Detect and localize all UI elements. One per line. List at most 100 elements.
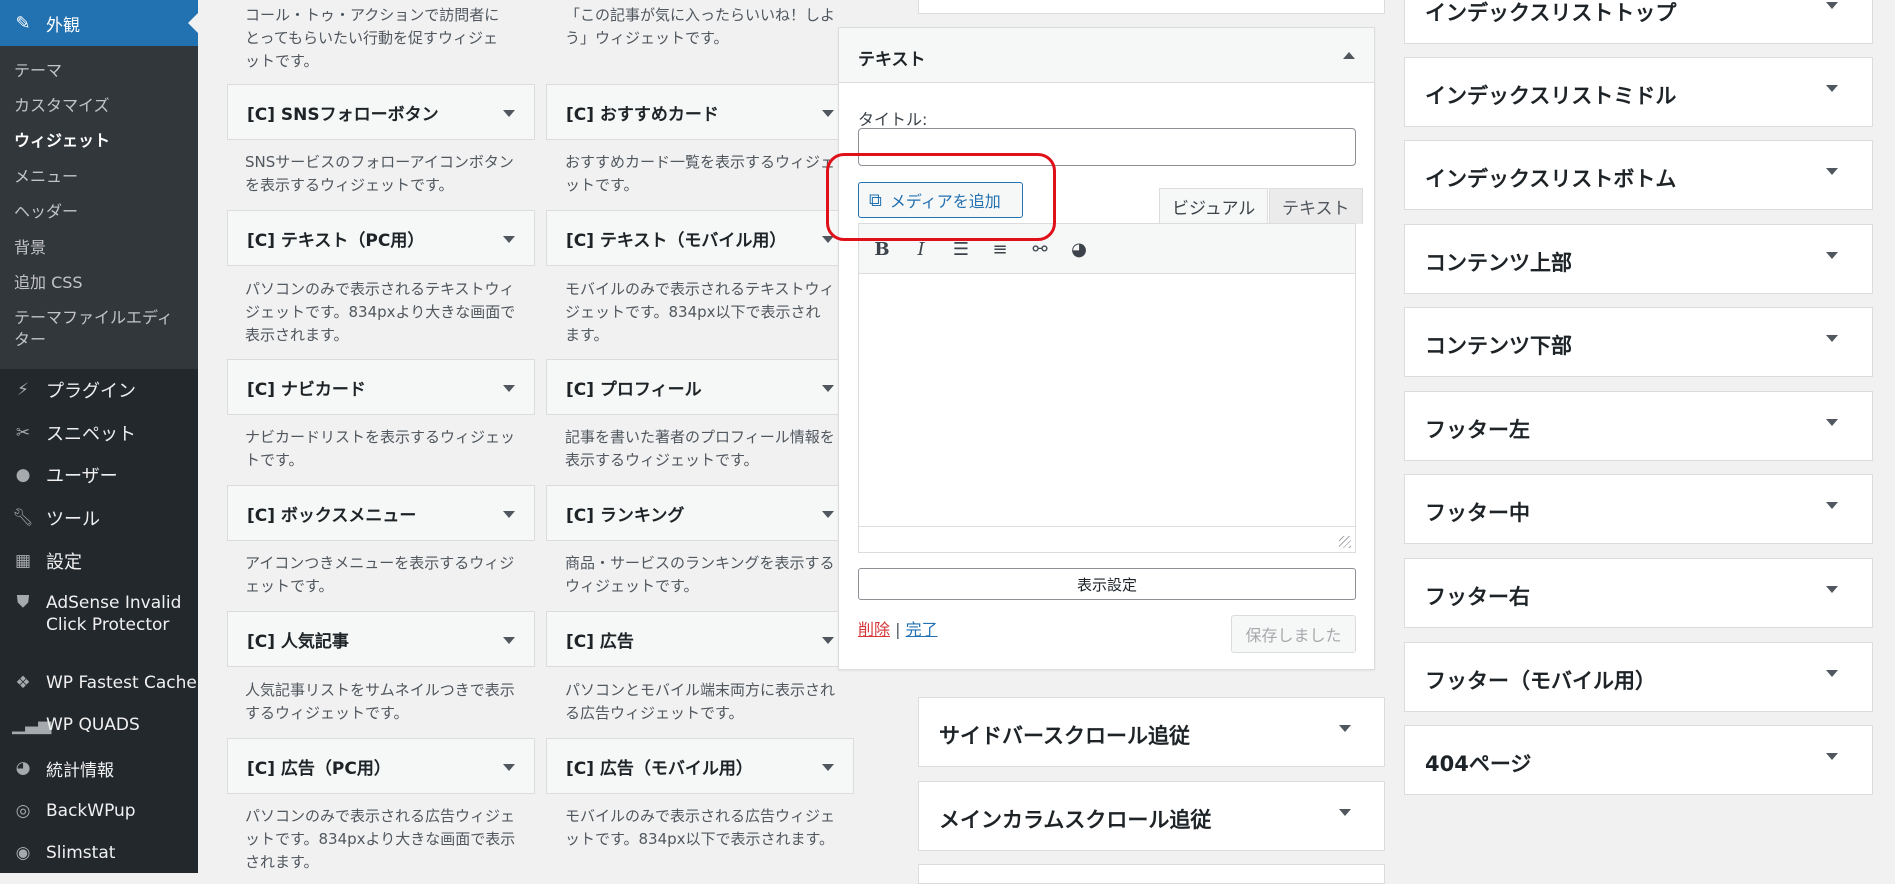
widget-area-footer-right[interactable]: フッター右	[1404, 558, 1873, 628]
widget-description: パソコンとモバイル端末両方に表示される広告ウィジェットです。	[565, 681, 836, 722]
done-link[interactable]: 完了	[906, 620, 938, 639]
widget-area-sidebar-scroll[interactable]: サイドバースクロール追従	[918, 697, 1385, 767]
add-media-button[interactable]: ⧉ メディアを追加	[858, 182, 1023, 218]
sidebar-item-settings[interactable]: ▦ 設定	[0, 541, 198, 581]
sidebar-item-label: スニペット	[46, 424, 136, 445]
submenu-header[interactable]: ヘッダー	[14, 201, 184, 223]
widget-text-mobile[interactable]: [C] テキスト（モバイル用）	[546, 210, 854, 266]
sidebar-item-snippets[interactable]: ✂ スニペット	[0, 413, 198, 453]
widget-popular-posts[interactable]: [C] 人気記事	[227, 611, 535, 667]
sidebar-item-wp-fastest-cache[interactable]: ❖ WP Fastest Cache	[0, 663, 198, 703]
widget-ad[interactable]: [C] 広告	[546, 611, 854, 667]
editor-toolbar: B I ☰ ≡ ⚯ ◕	[859, 224, 1355, 274]
submenu-themes[interactable]: テーマ	[14, 60, 184, 82]
chevron-down-icon	[503, 511, 515, 518]
sidebar-item-label: 統計情報	[46, 760, 114, 781]
sidebar-item-label: BackWPup	[46, 801, 136, 821]
chevron-down-icon	[1339, 809, 1351, 816]
paintbrush-icon: ✎	[15, 12, 31, 34]
text-widget-header[interactable]: テキスト	[839, 28, 1374, 83]
plugin-icon: ⚡	[17, 380, 29, 400]
widget-ad-mobile[interactable]: [C] 広告（モバイル用）	[546, 738, 854, 794]
chevron-up-icon	[1343, 52, 1355, 59]
widget-area-footer-mobile[interactable]: フッター（モバイル用）	[1404, 642, 1873, 712]
display-settings-button[interactable]: 表示設定	[858, 568, 1356, 600]
widget-description: パソコンのみで表示されるテキストウィジェットです。834pxより大きな画面で表示…	[245, 280, 516, 344]
submenu-widgets[interactable]: ウィジェット	[14, 130, 184, 152]
widget-ad-pc[interactable]: [C] 広告（PC用）	[227, 738, 535, 794]
widget-sns-follow-button[interactable]: [C] SNSフォローボタン	[227, 84, 535, 140]
editor-statusbar	[859, 526, 1355, 552]
widget-description: 「この記事が気に入ったらいいね！しよう」ウィジェットです。	[565, 6, 836, 47]
chevron-down-icon	[503, 385, 515, 392]
sidebar-item-plugins[interactable]: ⚡ プラグイン	[0, 370, 198, 410]
chevron-down-icon	[822, 511, 834, 518]
widget-area-footer-left[interactable]: フッター左	[1404, 391, 1873, 461]
resize-handle-icon[interactable]	[1339, 536, 1351, 548]
delete-link[interactable]: 削除	[858, 620, 890, 639]
submenu-menus[interactable]: メニュー	[14, 166, 184, 188]
widget-area-footer-center[interactable]: フッター中	[1404, 474, 1873, 544]
signal-bars-icon: ▁▃▅	[12, 715, 52, 735]
widget-area-404-page[interactable]: 404ページ	[1404, 725, 1873, 795]
widget-area-index-list-middle[interactable]: インデックスリストミドル	[1404, 57, 1873, 127]
saved-button[interactable]: 保存しました	[1231, 615, 1356, 653]
user-icon: ●	[15, 465, 31, 485]
sidebar-item-label: AdSense Invalid Click Protector	[46, 593, 182, 635]
chevron-down-icon	[503, 764, 515, 771]
widget-area-index-list-bottom[interactable]: インデックスリストボトム	[1404, 140, 1873, 210]
widget-ranking[interactable]: [C] ランキング	[546, 485, 854, 541]
tab-text[interactable]: テキスト	[1269, 188, 1363, 224]
chevron-down-icon	[1826, 252, 1838, 259]
widget-navi-card[interactable]: [C] ナビカード	[227, 359, 535, 415]
widget-area-title: メインカラムスクロール追従	[939, 808, 1212, 832]
widget-description: 人気記事リストをサムネイルつきで表示するウィジェットです。	[245, 681, 515, 722]
submenu-background[interactable]: 背景	[14, 237, 184, 259]
submenu-theme-editor[interactable]: テーマファイルエディター	[14, 307, 174, 351]
bold-icon[interactable]: B	[869, 236, 895, 262]
submenu-additional-css[interactable]: 追加 CSS	[14, 272, 184, 294]
sidebar-item-tools[interactable]: 🔧︎ ツール	[0, 498, 198, 538]
sidebar-item-wp-quads[interactable]: ▁▃▅ WP QUADS	[0, 705, 198, 745]
widget-title: [C] 広告（PC用）	[247, 758, 391, 779]
widget-box-menu[interactable]: [C] ボックスメニュー	[227, 485, 535, 541]
widget-area-main-column-scroll[interactable]: メインカラムスクロール追従	[918, 781, 1385, 851]
slimstat-icon: ◉	[15, 843, 31, 863]
backup-icon: ◎	[15, 801, 31, 821]
widget-profile[interactable]: [C] プロフィール	[546, 359, 854, 415]
tab-visual[interactable]: ビジュアル	[1159, 188, 1269, 224]
widget-description: ナビカードリストを表示するウィジェットです。	[245, 428, 516, 469]
submenu-customize[interactable]: カスタマイズ	[14, 95, 184, 117]
widget-description: 商品・サービスのランキングを表示するウィジェットです。	[565, 554, 835, 595]
chevron-down-icon	[1826, 419, 1838, 426]
widget-area-content-top[interactable]: コンテンツ上部	[1404, 224, 1873, 294]
bullet-list-icon[interactable]: ☰	[948, 236, 974, 262]
numbered-list-icon[interactable]: ≡	[987, 236, 1013, 262]
sidebar-item-users[interactable]: ● ユーザー	[0, 455, 198, 495]
chevron-down-icon	[822, 110, 834, 117]
cheetah-icon: ❖	[15, 673, 31, 693]
widget-text-pc[interactable]: [C] テキスト（PC用）	[227, 210, 535, 266]
shortcode-icon[interactable]: ◕	[1066, 236, 1092, 262]
widget-area-title: コンテンツ上部	[1425, 251, 1572, 275]
widget-recommend-card[interactable]: [C] おすすめカード	[546, 84, 854, 140]
chevron-down-icon	[822, 385, 834, 392]
chevron-down-icon	[1826, 168, 1838, 175]
widget-description: モバイルのみで表示される広告ウィジェットです。834px以下で表示されます。	[565, 807, 836, 848]
widget-area-title: フッター左	[1425, 418, 1530, 442]
widget-area-partial	[918, 864, 1385, 884]
link-icon[interactable]: ⚯	[1027, 236, 1053, 262]
sidebar-item-statistics[interactable]: ◕ 統計情報	[0, 748, 198, 788]
text-editor[interactable]: B I ☰ ≡ ⚯ ◕	[858, 223, 1356, 553]
sidebar-item-adsense-invalid-click-protector[interactable]: ⛊ AdSense Invalid Click Protector	[0, 592, 190, 648]
italic-icon[interactable]: I	[908, 236, 934, 262]
widget-title: [C] ランキング	[566, 505, 685, 526]
widget-area-title: 404ページ	[1425, 752, 1532, 776]
widget-area-index-list-top[interactable]: インデックスリストトップ	[1404, 0, 1873, 44]
sidebar-item-label: ユーザー	[46, 466, 118, 487]
widget-area-content-bottom[interactable]: コンテンツ下部	[1404, 307, 1873, 377]
sidebar-item-backwpup[interactable]: ◎ BackWPup	[0, 791, 198, 831]
sidebar-item-appearance[interactable]: ✎ 外観	[0, 0, 198, 46]
sidebar-item-slimstat[interactable]: ◉ Slimstat	[0, 833, 198, 873]
title-input[interactable]	[858, 128, 1356, 166]
